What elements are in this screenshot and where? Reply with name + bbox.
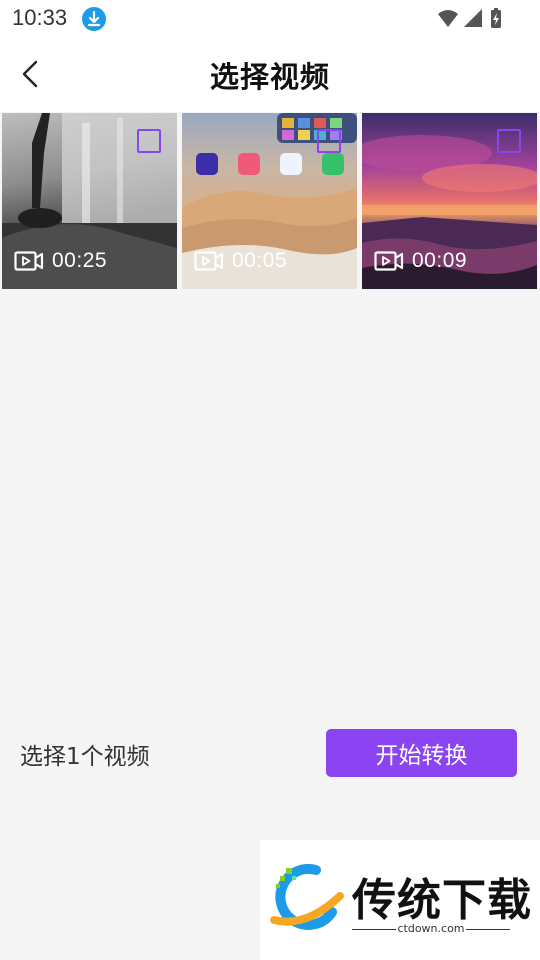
watermark: 传统下载 ctdown.com bbox=[260, 840, 540, 960]
page-title: 选择视频 bbox=[209, 60, 330, 94]
header: 选择视频 bbox=[0, 38, 540, 112]
select-checkbox[interactable] bbox=[317, 129, 341, 153]
duration-label: 00:05 bbox=[194, 247, 287, 275]
select-checkbox[interactable] bbox=[497, 129, 521, 153]
watermark-logo-icon bbox=[270, 863, 344, 930]
status-time: 10:33 bbox=[12, 5, 68, 30]
video-camera-icon bbox=[374, 251, 404, 271]
video-camera-icon bbox=[194, 251, 224, 271]
signal-icon bbox=[464, 9, 482, 27]
selection-count: 选择1个视频 bbox=[20, 744, 150, 770]
video-tile[interactable]: 00:25 bbox=[2, 113, 177, 289]
watermark-brand: 传统下载 bbox=[352, 875, 532, 926]
duration-text: 00:09 bbox=[412, 249, 468, 272]
status-icons bbox=[438, 8, 501, 28]
duration-text: 00:25 bbox=[52, 249, 108, 272]
select-checkbox[interactable] bbox=[137, 129, 161, 153]
video-tile[interactable]: 00:09 bbox=[362, 113, 537, 289]
status-bar: 10:33 bbox=[0, 0, 540, 38]
watermark-divider bbox=[466, 929, 510, 930]
video-camera-icon bbox=[14, 251, 44, 271]
download-icon bbox=[82, 7, 106, 31]
video-grid: 00:25 00:05 00:09 bbox=[2, 113, 538, 289]
duration-text: 00:05 bbox=[232, 249, 288, 272]
battery-charging-icon bbox=[491, 8, 501, 28]
wifi-icon bbox=[438, 10, 458, 27]
duration-label: 00:25 bbox=[14, 247, 107, 275]
duration-label: 00:09 bbox=[374, 247, 467, 275]
start-convert-button[interactable]: 开始转换 bbox=[326, 729, 517, 777]
video-tile[interactable]: 00:05 bbox=[182, 113, 357, 289]
